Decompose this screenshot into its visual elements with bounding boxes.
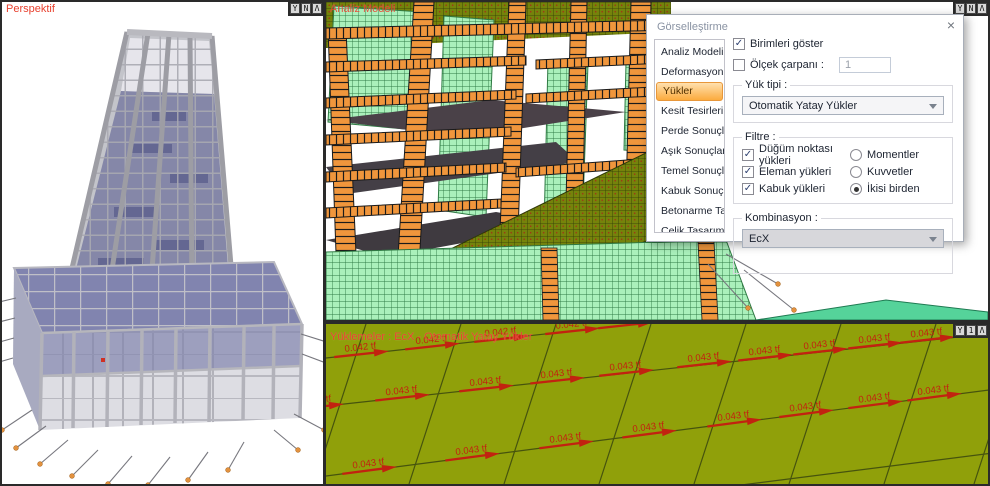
viewport-loads[interactable]: 0.042 tf0.042 tf0.042 tf0.042 tf0.042 tf… <box>326 324 988 484</box>
filter-shell-loads[interactable]: ✓ Kabuk yükleri <box>742 182 850 196</box>
checkbox-label: Ölçek çarpanı : <box>750 59 824 71</box>
sidebar-item[interactable]: Kesit Tesirleri <box>655 101 724 121</box>
visualization-dialog: Görselleştirme × Analiz ModeliDeformasyo… <box>646 14 964 242</box>
radio[interactable] <box>850 183 862 195</box>
viewport-corner-buttons[interactable]: Y1Λ <box>953 324 988 338</box>
filter-node-loads[interactable]: ✓ Düğüm noktası yükleri <box>742 148 850 162</box>
checkbox[interactable]: ✓ <box>742 166 754 178</box>
viewport-button[interactable]: 1 <box>966 325 976 336</box>
scale-factor-input[interactable] <box>839 57 891 73</box>
dialog-title: Görselleştirme <box>657 21 728 33</box>
group-label: Kombinasyon : <box>742 212 821 224</box>
viewport-button[interactable]: N <box>966 3 976 14</box>
viewport-corner-buttons[interactable]: YNΛ <box>288 2 323 16</box>
filter-group: Filtre : ✓ Düğüm noktası yükleri Momentl… <box>733 131 953 204</box>
dropdown-value: EcX <box>749 233 769 245</box>
building-3d-render <box>2 2 323 484</box>
checkbox[interactable]: ✓ <box>733 38 745 50</box>
viewport-button[interactable]: N <box>301 3 311 14</box>
viewport-button[interactable]: Λ <box>977 325 987 336</box>
filter-moments[interactable]: Momentler <box>850 148 944 162</box>
sidebar-item[interactable]: Kabuk Sonuçları <box>655 181 724 201</box>
sidebar-item[interactable]: Aşık Sonuçları <box>655 141 724 161</box>
viewport-title: Yüklemeler : EcX - Otomatik Yatay Yükler <box>330 331 532 343</box>
sidebar-item[interactable]: Analiz Modeli <box>655 42 724 62</box>
close-icon[interactable]: × <box>947 18 955 32</box>
viewport-label: Analiz Modeli <box>330 3 395 15</box>
dropdown-value: Otomatik Yatay Yükler <box>749 100 857 112</box>
check-icon: ✓ <box>744 184 752 194</box>
chevron-down-icon <box>929 104 937 109</box>
checkbox[interactable] <box>733 59 745 71</box>
checkbox[interactable]: ✓ <box>742 183 754 195</box>
sidebar-item[interactable]: Temel Sonuçları <box>655 161 724 181</box>
sidebar-item[interactable]: Betonarme Tasar... <box>655 201 724 221</box>
viewport-button[interactable]: Y <box>955 3 965 14</box>
chevron-down-icon <box>929 237 937 242</box>
show-units-row[interactable]: ✓ Birimleri göster <box>733 37 953 51</box>
viewport-button[interactable]: Λ <box>312 3 322 14</box>
checkbox-label: Eleman yükleri <box>759 166 831 178</box>
checkbox-label: Düğüm noktası yükleri <box>759 143 850 167</box>
sidebar-item[interactable]: Perde Sonuçları <box>655 121 724 141</box>
dialog-content: ✓ Birimleri göster Ölçek çarpanı : Yük t… <box>733 37 953 233</box>
radio-label: Kuvvetler <box>867 166 913 178</box>
viewport-button[interactable]: Y <box>955 325 965 336</box>
load-type-group: Yük tipi : Otomatik Yatay Yükler <box>733 79 953 123</box>
sidebar-item[interactable]: Yükler <box>656 82 723 101</box>
checkbox-label: Birimleri göster <box>750 38 823 50</box>
sidebar-item[interactable]: Deformasyon <box>655 62 724 82</box>
check-icon: ✓ <box>735 39 743 49</box>
podium-block <box>13 262 302 430</box>
viewport-button[interactable]: Λ <box>977 3 987 14</box>
dialog-sidebar: Analiz ModeliDeformasyonYüklerKesit Tesi… <box>654 39 725 233</box>
group-label: Filtre : <box>742 131 779 143</box>
sidebar-item[interactable]: Çelik Tasarım <box>655 221 724 233</box>
check-icon: ✓ <box>744 167 752 177</box>
radio[interactable] <box>850 149 862 161</box>
load-type-dropdown[interactable]: Otomatik Yatay Yükler <box>742 96 944 115</box>
check-icon: ✓ <box>744 150 752 160</box>
app-window: Perspektif YNΛ <box>0 0 990 486</box>
radio[interactable] <box>850 166 862 178</box>
viewport-title: Perspektif <box>6 3 55 15</box>
scale-factor-row[interactable]: Ölçek çarpanı : <box>733 58 953 72</box>
radio-label: İkisi birden <box>867 183 920 195</box>
filter-both[interactable]: İkisi birden <box>850 182 944 196</box>
viewport-button[interactable]: Y <box>290 3 300 14</box>
combination-dropdown[interactable]: EcX <box>742 229 944 248</box>
loads-3d-render: 0.042 tf0.042 tf0.042 tf0.042 tf0.042 tf… <box>326 324 988 484</box>
filter-element-loads[interactable]: ✓ Eleman yükleri <box>742 165 850 179</box>
checkbox-label: Kabuk yükleri <box>759 183 825 195</box>
viewport-perspective[interactable]: Perspektif YNΛ <box>2 2 323 484</box>
red-marker <box>101 358 105 362</box>
filter-forces[interactable]: Kuvvetler <box>850 165 944 179</box>
radio-label: Momentler <box>867 149 919 161</box>
checkbox[interactable]: ✓ <box>742 149 754 161</box>
group-label: Yük tipi : <box>742 79 790 91</box>
viewport-analysis-model[interactable]: Analiz Modeli YNΛ Görselleştirme × Anali… <box>326 2 988 320</box>
combination-group: Kombinasyon : EcX <box>733 212 953 274</box>
